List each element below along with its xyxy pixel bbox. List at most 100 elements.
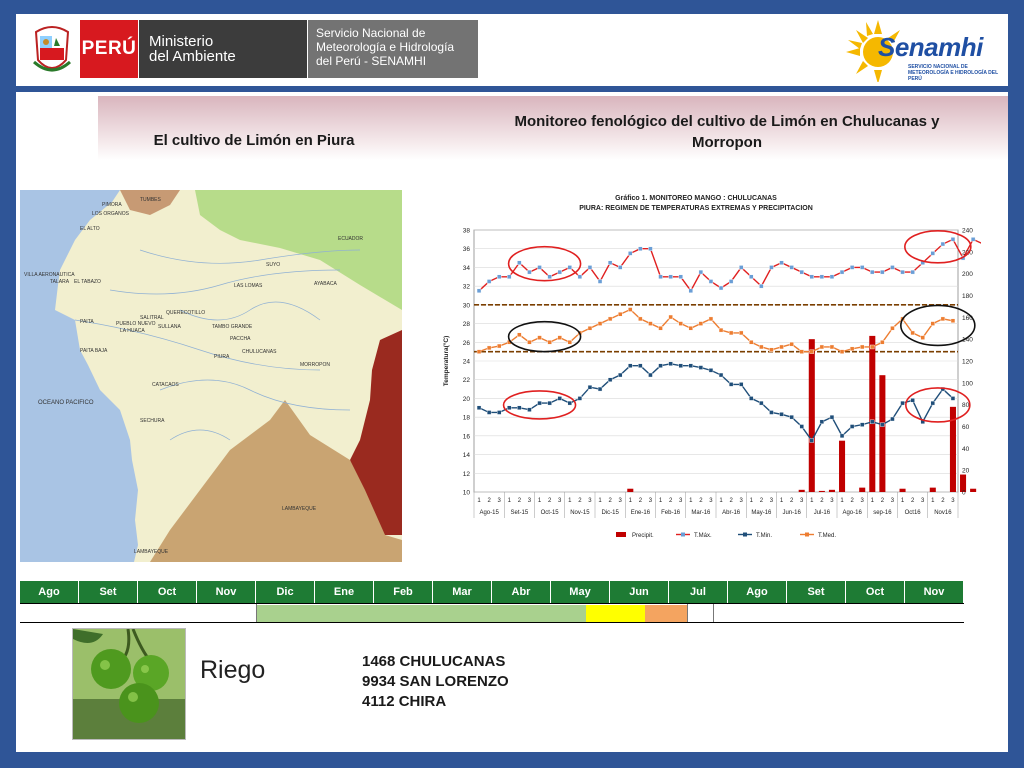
- precip-bar: [798, 489, 805, 492]
- calendar-divider: [713, 604, 715, 622]
- data-point: [718, 285, 724, 291]
- calendar-month: Jun: [610, 581, 669, 603]
- data-point: [749, 340, 754, 345]
- phenology-stage-segment: [586, 605, 646, 622]
- calendar-month: Ago: [728, 581, 787, 603]
- calendar-month: Nov: [197, 581, 256, 603]
- data-point: [567, 400, 572, 406]
- map-label-ecuador: ECUADOR: [338, 236, 363, 242]
- service-line-1: Servicio Nacional de: [316, 26, 426, 40]
- x-sub-tick-label: 2: [487, 498, 491, 504]
- y-tick-label: 12: [463, 471, 471, 478]
- x-sub-tick-label: 1: [508, 498, 512, 504]
- y-tick-label: 32: [463, 284, 471, 291]
- data-point: [537, 400, 542, 406]
- peru-logo: PERÚ: [80, 20, 138, 78]
- y2-tick-label: 120: [962, 359, 973, 366]
- data-point: [658, 274, 663, 279]
- data-point: [708, 316, 714, 322]
- data-point: [587, 265, 593, 270]
- data-point: [497, 410, 502, 415]
- data-point: [668, 361, 673, 367]
- map-label-piura: PIURA: [214, 354, 230, 360]
- phenology-calendar: Ago Set Oct Nov Dic Ene Feb Mar Abr May Jun Jul Ago S…: [20, 581, 964, 623]
- legend-swatch: [616, 532, 626, 537]
- data-point: [648, 246, 653, 251]
- y2-tick-label: 80: [962, 402, 970, 409]
- data-point: [739, 265, 744, 270]
- data-point: [799, 349, 804, 354]
- x-sub-tick-label: 1: [689, 498, 693, 504]
- calendar-month: Dic: [256, 581, 315, 603]
- x-month-label: May-16: [751, 510, 772, 516]
- y2-tick-label: 100: [962, 380, 973, 387]
- x-month-label: Feb-16: [661, 510, 681, 516]
- data-point: [597, 386, 603, 392]
- x-sub-tick-label: 1: [568, 498, 572, 504]
- data-point: [950, 237, 956, 242]
- data-point: [839, 433, 845, 439]
- y2-tick-label: 200: [962, 271, 973, 278]
- map-label-paita: PAITA: [80, 319, 94, 325]
- x-sub-tick-label: 3: [558, 498, 562, 504]
- calendar-month: Ene: [315, 581, 374, 603]
- map-label-sechura: SECHURA: [140, 418, 165, 424]
- y2-tick-label: 240: [962, 228, 973, 235]
- x-sub-tick-label: 3: [891, 498, 895, 504]
- x-sub-tick-label: 1: [780, 498, 784, 504]
- data-point: [839, 269, 845, 275]
- data-point: [930, 400, 935, 406]
- x-sub-tick-label: 1: [477, 498, 481, 504]
- data-point: [930, 321, 935, 326]
- calendar-month: Feb: [374, 581, 433, 603]
- y-tick-label: 10: [463, 490, 471, 497]
- data-point: [749, 274, 754, 279]
- data-point: [537, 335, 542, 340]
- data-point: [527, 269, 532, 275]
- map-label-suyo: SUYO: [266, 262, 280, 268]
- calendar-month: May: [551, 581, 610, 603]
- header-bar: PERÚ Ministerio del Ambiente Servicio Na…: [16, 14, 1008, 86]
- data-point: [547, 340, 552, 345]
- legend-label: Precipit.: [632, 533, 654, 539]
- map-label-las-lomas: LAS LOMAS: [234, 283, 263, 289]
- x-sub-tick-label: 2: [941, 498, 945, 504]
- calendar-month: Abr: [492, 581, 551, 603]
- x-month-label: Ene-16: [631, 510, 651, 516]
- x-sub-tick-label: 1: [719, 498, 723, 504]
- x-month-label: Mar-16: [691, 510, 711, 516]
- data-point: [718, 327, 724, 333]
- map-label-el-alto: EL ALTO: [80, 226, 100, 232]
- legend-label: T.Máx.: [694, 533, 712, 539]
- calendar-month: Oct: [138, 581, 197, 603]
- data-point: [658, 363, 663, 368]
- data-point: [809, 274, 814, 279]
- senamhi-subtitle: SERVICIO NACIONAL DE METEOROLOGÍA E HIDR…: [908, 64, 999, 82]
- right-title: Monitoreo fenológico del cultivo de Limó…: [514, 113, 940, 151]
- riego-label: Riego: [200, 656, 266, 684]
- data-point: [618, 312, 623, 317]
- data-point: [648, 321, 653, 326]
- data-point: [486, 279, 492, 284]
- ministry-label: Ministerio del Ambiente: [139, 20, 307, 78]
- station-item: 4112 CHIRA: [362, 693, 447, 710]
- x-sub-tick-label: 3: [588, 498, 592, 504]
- data-point: [809, 349, 814, 354]
- data-point: [698, 269, 704, 275]
- data-point: [607, 316, 613, 322]
- service-line-2: Meteorología e Hidrología: [316, 40, 455, 54]
- series-line-tmed: [478, 308, 954, 353]
- senamhi-name: Senamhi: [878, 32, 983, 62]
- data-point: [829, 344, 835, 350]
- map-label-talara: TALARA: [50, 279, 70, 285]
- piura-map: TUMBES PIMORA LOS ORGANOS EL ALTO ECUADO…: [20, 190, 402, 562]
- station-item: 1468 CHULUCANAS: [362, 653, 506, 670]
- map-svg: TUMBES PIMORA LOS ORGANOS EL ALTO ECUADO…: [20, 190, 402, 562]
- x-sub-tick-label: 1: [871, 498, 875, 504]
- data-point: [698, 365, 704, 370]
- precip-bar: [627, 488, 634, 492]
- legend-label: T.Min.: [756, 533, 772, 539]
- data-point: [870, 344, 875, 350]
- ministry-line-2: del Ambiente: [149, 48, 236, 65]
- data-point: [739, 330, 744, 336]
